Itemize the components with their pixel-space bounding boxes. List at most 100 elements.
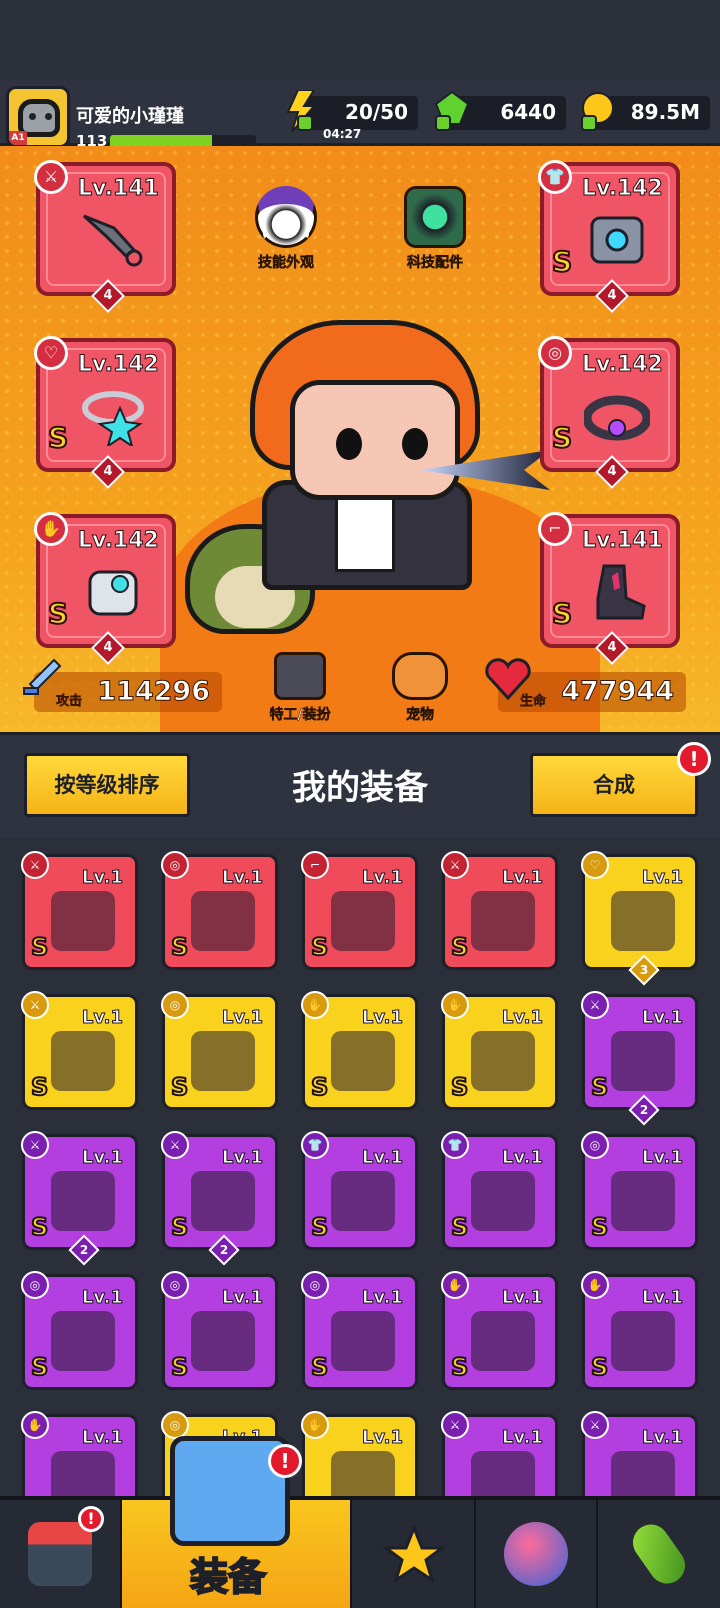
inventory-item[interactable]: ◎ Lv.1 S (161, 851, 278, 970)
item-level: Lv.1 (221, 867, 263, 889)
mech-armor-icon (590, 216, 644, 264)
inventory-item[interactable]: 👕 Lv.1 S (301, 1131, 418, 1250)
inventory-item[interactable]: ◎ Lv.1 S (161, 1271, 278, 1390)
pet-button[interactable]: 宠物 (365, 652, 475, 724)
inventory-item[interactable]: ✋ Lv.1 S (441, 991, 558, 1110)
equip-slot-necklace[interactable]: ♡ Lv.142 S 4 (34, 336, 176, 489)
item-type-icon: ⚔ (21, 1131, 49, 1159)
nav-evolve-tab[interactable] (598, 1500, 720, 1608)
inventory-item[interactable]: ✋ Lv.1 S (441, 1271, 558, 1390)
item-level: Lv.1 (221, 1147, 263, 1169)
item-rank: S (450, 1352, 469, 1382)
item-type-icon: ✋ (581, 1271, 609, 1299)
item-type-icon: ⚔ (161, 1131, 189, 1159)
item-level: Lv.1 (221, 1287, 263, 1309)
item-rank: S (170, 1212, 189, 1242)
equipment-item-icon (611, 1031, 675, 1091)
item-rank: S (170, 1352, 189, 1382)
equip-slot-weapon[interactable]: ⚔ Lv.141 4 (34, 160, 176, 313)
status-bar-area (0, 0, 720, 80)
avatar-eye-right (45, 113, 52, 120)
inventory-item[interactable]: ⚔ Lv.1 S (21, 991, 138, 1110)
inventory-item[interactable]: ⚔ Lv.1 S (21, 851, 138, 970)
item-type-icon: ◎ (21, 1271, 49, 1299)
inventory-item[interactable]: ◎ Lv.1 S (161, 991, 278, 1110)
equip-slot-gloves[interactable]: ✋ Lv.142 S 4 (34, 512, 176, 665)
inventory-item[interactable]: ⚔ Lv.1 (441, 1411, 558, 1496)
inventory-item[interactable]: ◎ Lv.1 S (21, 1271, 138, 1390)
inventory-item[interactable]: 👕 Lv.1 S (441, 1131, 558, 1250)
equipment-item-icon (471, 1031, 535, 1091)
attack-stat: 攻击 114296 (23, 658, 222, 712)
inventory-item[interactable]: ✋ Lv.1 S (301, 991, 418, 1110)
slot-level: Lv.141 (78, 176, 160, 202)
energy-value: 20/50 (345, 100, 408, 124)
tech-gauntlet-icon (88, 570, 138, 616)
item-type-icon: ◎ (301, 1271, 329, 1299)
rank-s-label: S (47, 420, 69, 455)
item-level: Lv.1 (641, 1007, 683, 1029)
slot-level: Lv.142 (78, 352, 160, 378)
nav-world-tab[interactable] (476, 1500, 598, 1608)
item-type-icon: ◎ (161, 991, 189, 1019)
skill-skin-button[interactable]: 技能外观 (231, 186, 341, 272)
attack-value: 114296 (97, 676, 211, 708)
character-eye-left (336, 428, 362, 460)
necklace-type-icon: ♡ (34, 336, 68, 370)
item-rank: S (310, 1212, 329, 1242)
item-type-icon: ◎ (581, 1131, 609, 1159)
gem-counter[interactable]: 6440 (434, 90, 566, 131)
inventory-item[interactable]: ⚔ Lv.1 S 2 (581, 991, 698, 1126)
item-type-icon: ⚔ (441, 1411, 469, 1439)
equip-slot-boots[interactable]: ⌐ Lv.141 S 4 (538, 512, 680, 665)
item-level: Lv.1 (81, 1427, 123, 1449)
item-star-badge: 2 (628, 1094, 660, 1126)
nav-talent-tab[interactable] (354, 1500, 476, 1608)
inventory-item[interactable]: ♡ Lv.1 3 (581, 851, 698, 986)
merge-button[interactable]: 合成 (530, 753, 698, 817)
inventory-item[interactable]: ⚔ Lv.1 S 2 (21, 1131, 138, 1266)
merge-alert-badge: ! (677, 742, 711, 776)
coin-counter[interactable]: 89.5M (581, 92, 710, 131)
item-type-icon: ⚔ (581, 1411, 609, 1439)
player-avatar[interactable]: A1 (6, 86, 70, 148)
equipment-item-icon (51, 1171, 115, 1231)
item-rank: S (450, 1072, 469, 1102)
inventory-item[interactable]: ◎ Lv.1 S (581, 1131, 698, 1250)
planet-icon (504, 1522, 568, 1586)
item-type-icon: ⚔ (581, 991, 609, 1019)
equip-slot-belt[interactable]: ◎ Lv.142 S 4 (538, 336, 680, 489)
inventory-item[interactable]: ⚔ Lv.1 S 2 (161, 1131, 278, 1266)
tech-parts-label: 科技配件 (407, 255, 464, 272)
item-rank: S (30, 1212, 49, 1242)
equipment-item-icon (611, 1451, 675, 1496)
inventory-item[interactable]: ⚔ Lv.1 S (441, 851, 558, 970)
inventory-item[interactable]: ⌐ Lv.1 S (301, 851, 418, 970)
item-level: Lv.1 (361, 1007, 403, 1029)
agent-mask-icon (274, 652, 326, 700)
item-level: Lv.1 (81, 1007, 123, 1029)
tech-parts-button[interactable]: 科技配件 (380, 186, 490, 272)
shirt-type-icon: 👕 (538, 160, 572, 194)
inventory-item[interactable]: ✋ Lv.1 (21, 1411, 138, 1496)
skill-skin-label: 技能外观 (258, 255, 315, 272)
agent-outfit-button[interactable]: 特工/装扮 (245, 652, 355, 724)
inventory-item[interactable]: ✋ Lv.1 (301, 1411, 418, 1496)
inventory-item[interactable]: ◎ Lv.1 S (301, 1271, 418, 1390)
energy-counter[interactable]: 20/50 (286, 90, 418, 132)
equip-slot-armor[interactable]: 👕 Lv.142 S 4 (538, 160, 680, 313)
item-level: Lv.1 (501, 1147, 543, 1169)
item-level: Lv.1 (501, 1287, 543, 1309)
slot-level: Lv.142 (78, 528, 160, 554)
sort-by-level-button[interactable]: 按等级排序 (24, 753, 190, 817)
item-type-icon: ✋ (21, 1411, 49, 1439)
inventory-item[interactable]: ⚔ Lv.1 (581, 1411, 698, 1496)
rank-s-label: S (551, 244, 573, 279)
inventory-item[interactable]: ✋ Lv.1 S (581, 1271, 698, 1390)
equipment-item-icon (191, 891, 255, 951)
item-type-icon: ✋ (441, 991, 469, 1019)
item-type-icon: ◎ (161, 851, 189, 879)
avatar-rank-badge: A1 (9, 131, 27, 145)
hexagon-chip-icon (404, 186, 466, 248)
gold-coin-plus-icon (581, 92, 614, 131)
